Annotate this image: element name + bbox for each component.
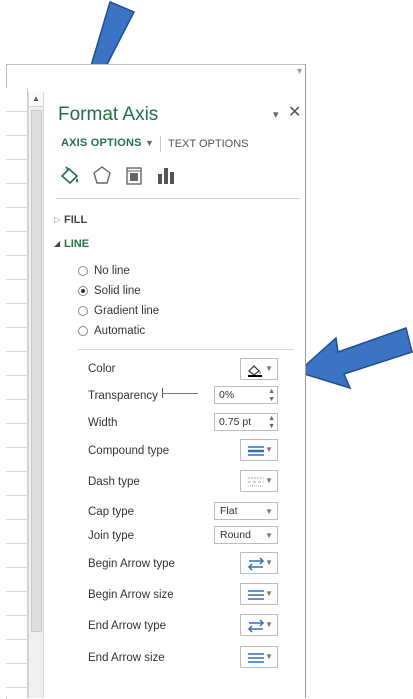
tab-axis-options[interactable]: AXIS OPTIONS — [61, 137, 142, 149]
radio-button[interactable] — [78, 306, 88, 316]
join-type-value: Round — [220, 529, 251, 541]
radio-button-selected[interactable] — [78, 286, 88, 296]
radio-label: Solid line — [94, 285, 141, 297]
cap-type-label: Cap type — [88, 506, 135, 518]
transparency-label: Transparency — [88, 390, 158, 402]
size-properties-icon[interactable] — [122, 164, 146, 188]
width-value: 0.75 pt — [219, 416, 252, 428]
color-label: Color — [88, 363, 116, 375]
begin-arrow-size-button[interactable]: ▼ — [240, 583, 278, 605]
chevron-down-icon[interactable]: ▼ — [145, 138, 154, 148]
vertical-scrollbar[interactable]: ▲ — [28, 92, 44, 698]
arrow-type-icon — [247, 619, 265, 633]
spinner-icon[interactable]: ▲ ▼ — [268, 388, 275, 404]
compound-lines-icon — [248, 446, 264, 456]
spinner-icon[interactable]: ▲ ▼ — [268, 415, 275, 431]
radio-no-line[interactable]: No line — [78, 262, 130, 280]
chevron-down-icon: ▼ — [265, 531, 273, 540]
end-arrow-size-label: End Arrow size — [88, 652, 165, 664]
arrow-type-icon — [247, 557, 265, 571]
close-icon[interactable]: ✕ — [288, 102, 301, 122]
chevron-down-icon: ▼ — [265, 476, 273, 485]
join-type-label: Join type — [88, 530, 135, 542]
radio-label: Gradient line — [94, 305, 160, 317]
transparency-input[interactable]: 0% ▲ ▼ — [214, 386, 278, 404]
transparency-slider[interactable] — [162, 393, 198, 394]
worksheet-grid[interactable] — [6, 88, 28, 698]
fill-line-icon[interactable] — [58, 164, 82, 188]
arrow-size-icon — [248, 590, 264, 600]
begin-arrow-size-label: Begin Arrow size — [88, 589, 174, 601]
cap-type-select[interactable]: Flat ▼ — [214, 502, 278, 520]
expand-fill-icon[interactable]: ▷ — [54, 215, 60, 224]
pane-title: Format Axis — [58, 104, 159, 125]
window-dropdown-icon[interactable]: ▾ — [297, 66, 302, 77]
transparency-value: 0% — [219, 389, 235, 401]
end-arrow-size-button[interactable]: ▼ — [240, 646, 278, 668]
end-arrow-type-button[interactable]: ▼ — [240, 614, 278, 636]
chevron-down-icon: ▼ — [265, 652, 273, 661]
window-border — [305, 64, 306, 698]
section-divider — [78, 349, 294, 350]
join-type-select[interactable]: Round ▼ — [214, 526, 278, 544]
radio-solid-line[interactable]: Solid line — [78, 282, 141, 300]
color-picker-button[interactable]: ▼ — [240, 358, 278, 380]
annotation-arrow-color — [296, 327, 413, 390]
scroll-up-icon[interactable]: ▲ — [29, 92, 43, 107]
dash-type-label: Dash type — [88, 476, 140, 488]
chevron-down-icon: ▼ — [265, 558, 273, 567]
category-divider — [56, 198, 300, 199]
width-label: Width — [88, 417, 118, 429]
collapse-line-icon[interactable]: ◢ — [54, 239, 60, 248]
axis-options-icon[interactable] — [154, 164, 178, 188]
begin-arrow-type-label: Begin Arrow type — [88, 558, 175, 570]
arrow-size-icon — [248, 653, 264, 663]
radio-button[interactable] — [78, 266, 88, 276]
tab-text-options[interactable]: TEXT OPTIONS — [168, 138, 248, 150]
effects-icon[interactable] — [90, 164, 114, 188]
cap-type-value: Flat — [220, 505, 238, 517]
task-pane-options-icon[interactable]: ▾ — [273, 108, 279, 121]
radio-label: No line — [94, 265, 130, 277]
width-input[interactable]: 0.75 pt ▲ ▼ — [214, 413, 278, 431]
section-fill[interactable]: FILL — [64, 214, 87, 226]
radio-automatic[interactable]: Automatic — [78, 322, 145, 340]
compound-type-label: Compound type — [88, 445, 170, 457]
chevron-down-icon: ▼ — [265, 620, 273, 629]
compound-type-button[interactable]: ▼ — [240, 439, 278, 461]
scroll-thumb[interactable] — [31, 110, 42, 632]
end-arrow-type-label: End Arrow type — [88, 620, 166, 632]
radio-gradient-line[interactable]: Gradient line — [78, 302, 159, 320]
dash-lines-icon — [248, 477, 264, 487]
chevron-down-icon: ▼ — [265, 589, 273, 598]
format-axis-pane: Format Axis ▾ ✕ AXIS OPTIONS ▼ TEXT OPTI… — [44, 92, 304, 698]
dash-type-button[interactable]: ▼ — [240, 470, 278, 492]
chevron-down-icon: ▼ — [265, 364, 273, 373]
chevron-down-icon: ▼ — [265, 507, 273, 516]
begin-arrow-type-button[interactable]: ▼ — [240, 552, 278, 574]
tab-separator — [160, 136, 161, 152]
chevron-down-icon: ▼ — [265, 445, 273, 454]
radio-label: Automatic — [94, 325, 146, 337]
radio-button[interactable] — [78, 326, 88, 336]
section-line[interactable]: LINE — [64, 238, 89, 250]
